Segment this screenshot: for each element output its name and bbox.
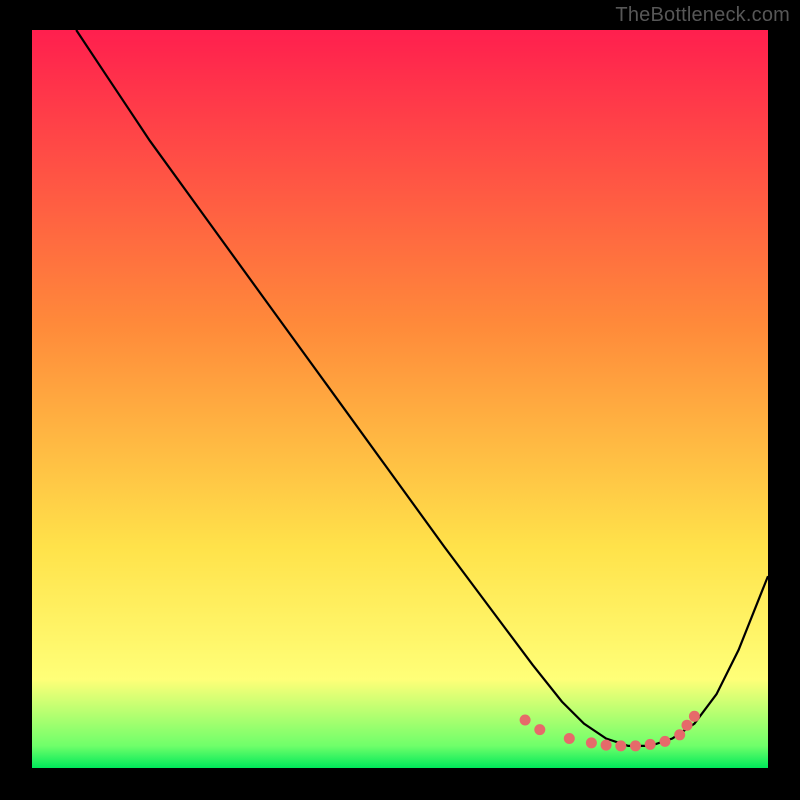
highlight-point xyxy=(630,740,641,751)
highlight-point xyxy=(682,720,693,731)
plot-background xyxy=(32,30,768,768)
highlight-point xyxy=(689,711,700,722)
highlight-point xyxy=(660,736,671,747)
highlight-point xyxy=(520,715,531,726)
highlight-point xyxy=(564,733,575,744)
highlight-point xyxy=(534,724,545,735)
chart-frame: TheBottleneck.com xyxy=(0,0,800,800)
attribution-label: TheBottleneck.com xyxy=(615,4,790,27)
highlight-point xyxy=(674,729,685,740)
highlight-point xyxy=(645,739,656,750)
highlight-point xyxy=(586,737,597,748)
highlight-point xyxy=(601,740,612,751)
bottleneck-chart xyxy=(0,0,800,800)
highlight-point xyxy=(615,740,626,751)
